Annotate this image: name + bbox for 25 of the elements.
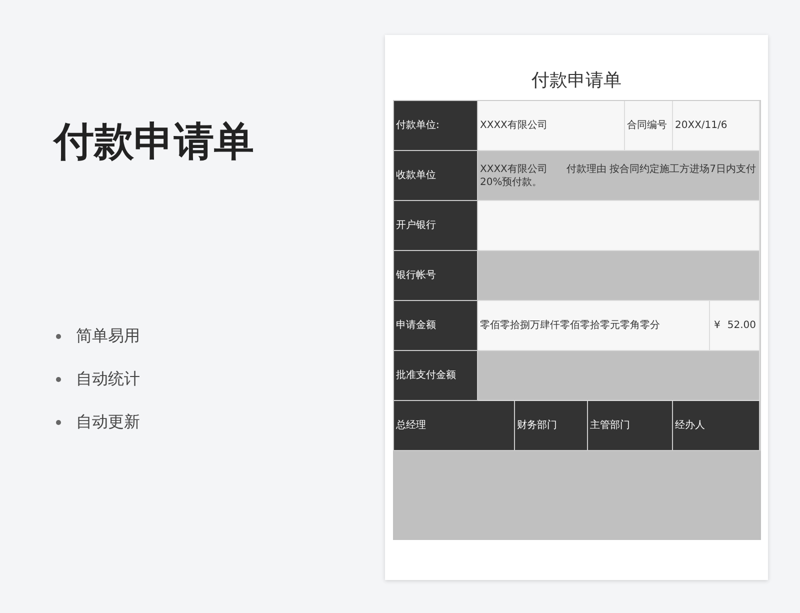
field-value: 20XX/11/6	[673, 101, 760, 151]
amount-value: 52.00	[727, 319, 756, 332]
field-label: 收款单位	[394, 151, 478, 201]
feature-text: 自动统计	[76, 369, 140, 390]
currency-symbol: ¥	[714, 319, 720, 332]
bullet-icon	[56, 334, 61, 339]
signature-label: 主管部门	[588, 401, 673, 451]
field-value: XXXX有限公司 付款理由 按合同约定施工方进场7日内支付20%预付款。	[478, 151, 760, 201]
signature-label: 总经理	[394, 401, 515, 451]
signature-label: 财务部门	[515, 401, 588, 451]
field-value: 零佰零拾捌万肆仟零佰零拾零元零角零分	[478, 301, 710, 351]
field-label: 开户银行	[394, 201, 478, 251]
document-title: 付款申请单	[530, 69, 622, 93]
hero-title: 付款申请单	[54, 118, 254, 167]
feature-text: 简单易用	[76, 326, 140, 347]
field-label: 批准支付金额	[394, 351, 478, 401]
field-value: XXXX有限公司	[478, 101, 625, 151]
feature-text: 自动更新	[76, 412, 140, 433]
signature-label: 经办人	[673, 401, 760, 451]
field-label: 银行帐号	[394, 251, 478, 301]
field-label: 合同编号	[625, 101, 673, 151]
bullet-icon	[56, 377, 61, 382]
field-label: 申请金额	[394, 301, 478, 351]
bullet-icon	[56, 420, 61, 425]
field-label: 付款单位:	[394, 101, 478, 151]
